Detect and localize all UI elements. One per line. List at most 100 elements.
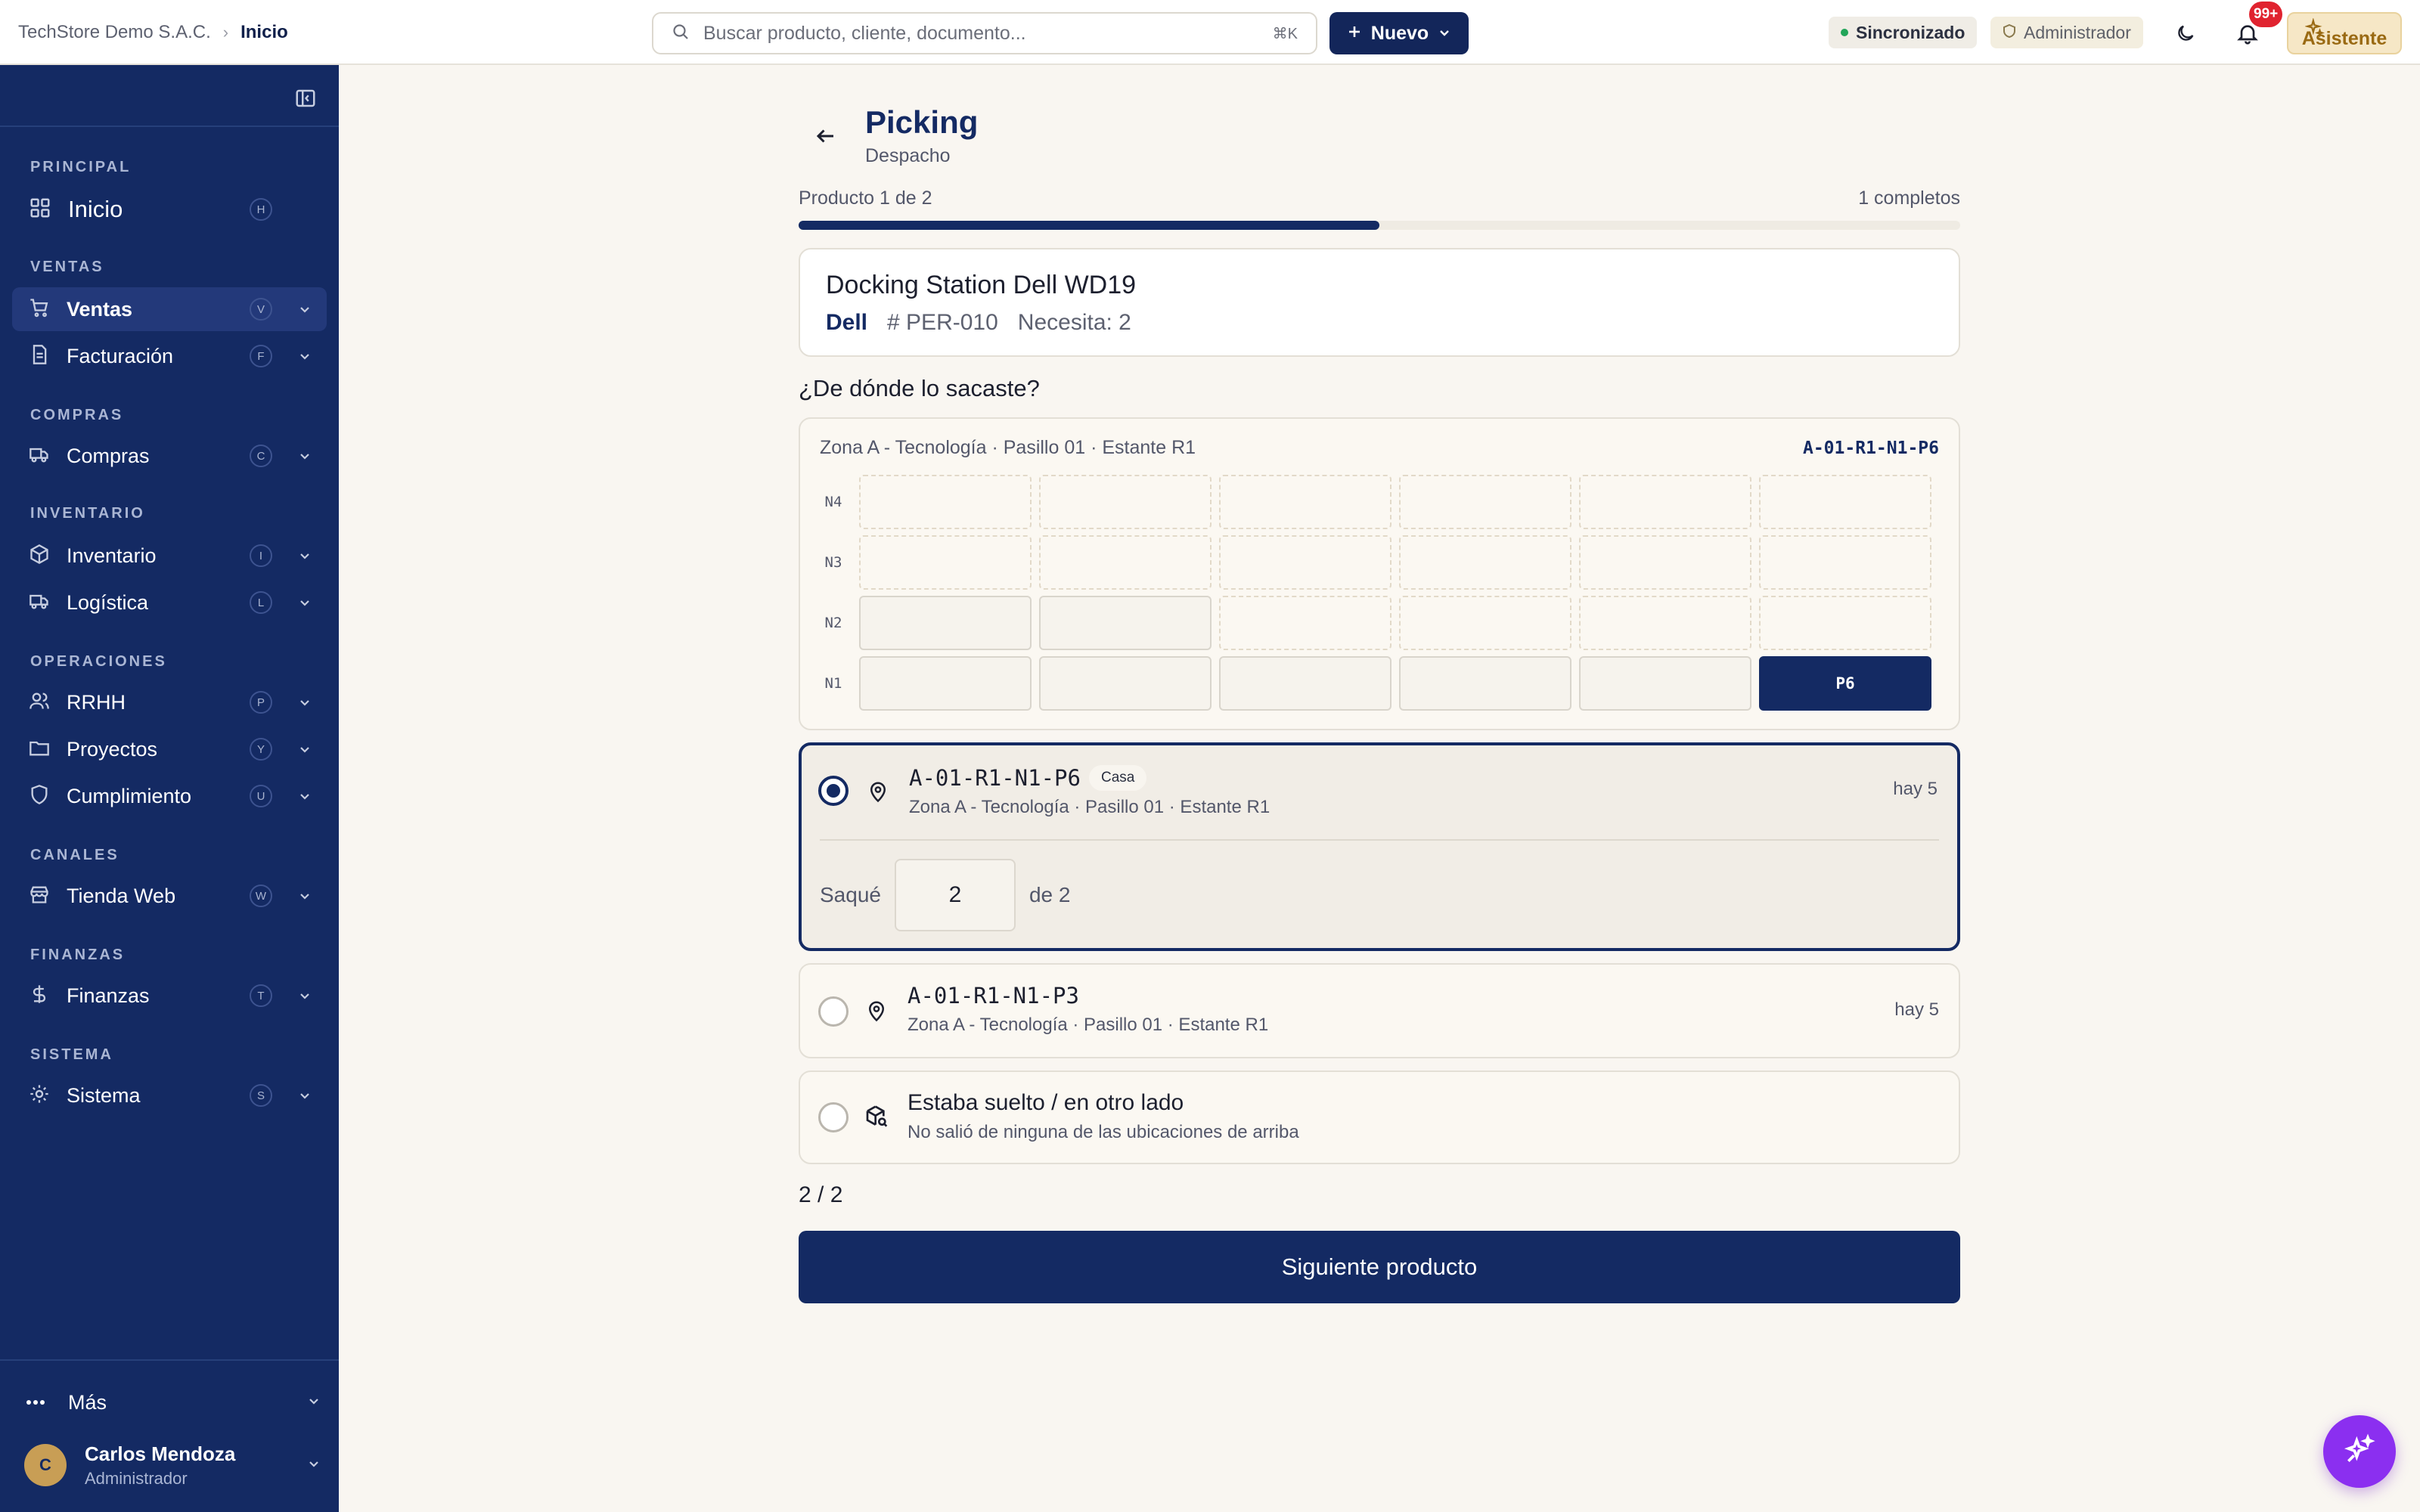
grid-icon xyxy=(29,197,51,223)
rack-slot xyxy=(1579,656,1751,711)
option-divider xyxy=(820,839,1939,841)
sidebar-item-logistica[interactable]: Logística L xyxy=(12,581,327,624)
rack-slot xyxy=(1219,475,1392,529)
product-name: Docking Station Dell WD19 xyxy=(826,271,1137,299)
rack-slot xyxy=(859,596,1032,650)
chevron-down-icon xyxy=(296,596,313,609)
new-button[interactable]: Nuevo xyxy=(1329,12,1469,54)
sidebar-item-rrhh[interactable]: RRHH P xyxy=(12,680,327,724)
cart-icon xyxy=(29,297,50,322)
shortcut-key: L xyxy=(250,591,272,614)
sidebar-item-label: Sistema xyxy=(67,1083,141,1107)
dollar-icon xyxy=(29,984,50,1009)
rack-slot xyxy=(1579,475,1751,529)
chevron-down-icon xyxy=(296,696,313,709)
sidebar-item-label: Cumplimiento xyxy=(67,784,192,807)
next-product-button[interactable]: Siguiente producto xyxy=(799,1231,1960,1303)
shortcut-key: H xyxy=(250,198,272,221)
sidebar-more[interactable]: Más xyxy=(26,1383,321,1421)
product-needed: Necesita: 2 xyxy=(1017,310,1131,335)
sidebar-item-compras[interactable]: Compras C xyxy=(12,434,327,478)
location-option-other[interactable]: Estaba suelto / en otro lado No salió de… xyxy=(799,1070,1960,1164)
sidebar-item-label: Facturación xyxy=(67,344,174,367)
chevron-down-icon xyxy=(296,302,313,316)
sidebar-item-facturacion[interactable]: Facturación F xyxy=(12,334,327,378)
pick-counter: 2 / 2 xyxy=(799,1182,843,1207)
shortcut-key: S xyxy=(250,1084,272,1107)
rack-slot xyxy=(1039,535,1212,590)
rack-row-n1: N1 P6 xyxy=(820,656,1931,711)
option-code: A-01-R1-N1-P6 xyxy=(909,765,1081,791)
sidebar-item-label: Tienda Web xyxy=(67,884,176,907)
search-icon xyxy=(672,23,690,45)
location-question: ¿De dónde lo sacaste? xyxy=(799,375,1040,401)
sparkles-icon xyxy=(2343,1433,2376,1470)
search-input[interactable]: Buscar producto, cliente, documento... xyxy=(703,23,1259,45)
gear-icon xyxy=(29,1083,50,1108)
product-card: Docking Station Dell WD19 Dell # PER-010… xyxy=(799,248,1960,357)
sidebar-item-inventario[interactable]: Inventario I xyxy=(12,534,327,578)
sidebar-more-label: Más xyxy=(68,1390,107,1414)
rack-slot-selected[interactable]: P6 xyxy=(1759,656,1931,711)
radio-unselected[interactable] xyxy=(818,996,849,1027)
chevron-down-icon xyxy=(1438,23,1451,45)
picked-quantity-input[interactable]: 2 xyxy=(894,859,1016,931)
location-option-selected[interactable]: A-01-R1-N1-P6 Casa Zona A - Tecnología ·… xyxy=(799,742,1960,951)
radio-selected[interactable] xyxy=(818,776,849,806)
user-menu[interactable]: C Carlos Mendoza Administrador xyxy=(24,1436,321,1494)
notifications-badge: 99+ xyxy=(2249,2,2283,27)
sidebar-item-ventas[interactable]: Ventas V xyxy=(12,287,327,331)
shortcut-key: W xyxy=(250,885,272,907)
user-role: Administrador xyxy=(85,1468,188,1488)
sidebar-item-sistema[interactable]: Sistema S xyxy=(12,1074,327,1117)
assistant-fab[interactable] xyxy=(2323,1415,2396,1488)
map-pin-icon xyxy=(864,998,889,1024)
rack-location: Zona A - Tecnología · Pasillo 01 · Estan… xyxy=(820,437,1196,458)
rack-slot xyxy=(1759,475,1931,529)
radio-unselected[interactable] xyxy=(818,1102,849,1132)
sidebar-item-proyectos[interactable]: Proyectos Y xyxy=(12,727,327,771)
rack-row-n3: N3 xyxy=(820,535,1931,590)
rack-slot xyxy=(1759,535,1931,590)
section-sistema: SISTEMA xyxy=(30,1046,113,1063)
rack-level-label: N2 xyxy=(824,615,842,631)
breadcrumb-company[interactable]: TechStore Demo S.A.C. xyxy=(18,22,211,43)
product-brand: Dell xyxy=(826,310,868,335)
shortcut-key: Y xyxy=(250,738,272,761)
option-location: Zona A - Tecnología · Pasillo 01 · Estan… xyxy=(909,797,1270,817)
global-search[interactable]: Buscar producto, cliente, documento... ⌘… xyxy=(652,12,1317,54)
sidebar-item-tienda-web[interactable]: Tienda Web W xyxy=(12,874,327,918)
plus-icon xyxy=(1347,23,1362,45)
shortcut-key: C xyxy=(250,445,272,467)
rack-map: Zona A - Tecnología · Pasillo 01 · Estan… xyxy=(799,417,1960,730)
theme-toggle-moon-icon[interactable] xyxy=(2170,18,2201,48)
chevron-down-icon xyxy=(296,449,313,463)
shortcut-key: P xyxy=(250,691,272,714)
back-arrow-icon[interactable] xyxy=(811,121,841,151)
rack-slot xyxy=(1219,535,1392,590)
shortcut-key: T xyxy=(250,984,272,1007)
chevron-down-icon xyxy=(296,1089,313,1102)
rack-slot xyxy=(859,656,1032,711)
sidebar-item-finanzas[interactable]: Finanzas T xyxy=(12,974,327,1018)
chevron-down-icon xyxy=(296,549,313,562)
rack-slot xyxy=(1399,535,1571,590)
store-icon xyxy=(29,884,50,909)
rack-slot xyxy=(1579,596,1751,650)
assistant-button[interactable]: Asistente xyxy=(2287,12,2402,54)
sidebar-item-label: Finanzas xyxy=(67,984,150,1007)
rack-slot xyxy=(859,475,1032,529)
shortcut-key: F xyxy=(250,345,272,367)
shortcut-key: V xyxy=(250,298,272,321)
chevron-down-icon xyxy=(296,349,313,363)
chevron-down-icon xyxy=(296,889,313,903)
rack-code: A-01-R1-N1-P6 xyxy=(1802,438,1939,458)
sidebar-collapse-icon[interactable] xyxy=(292,85,319,112)
page-subtitle: Despacho xyxy=(865,145,951,166)
sidebar-item-cumplimiento[interactable]: Cumplimiento U xyxy=(12,774,327,818)
sidebar-item-inicio[interactable]: Inicio H xyxy=(12,187,327,231)
completed-label: 1 completos xyxy=(1858,187,1960,209)
location-option[interactable]: A-01-R1-N1-P3 Zona A - Tecnología · Pasi… xyxy=(799,963,1960,1058)
rack-slot xyxy=(859,535,1032,590)
progress-label: Producto 1 de 2 xyxy=(799,187,932,209)
